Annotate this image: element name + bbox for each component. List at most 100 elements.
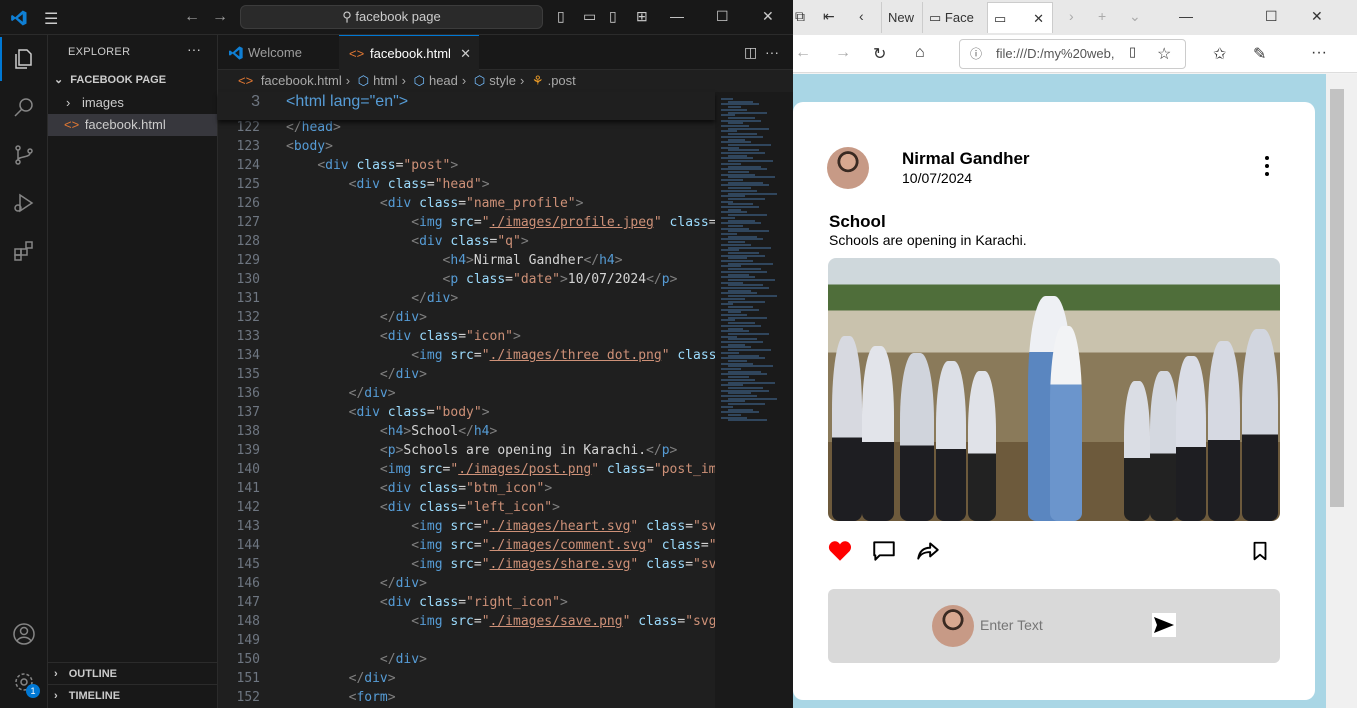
sticky-scroll-header[interactable]: 3 <html lang="en"> <box>218 92 715 120</box>
minimap-line <box>728 305 753 308</box>
send-icon[interactable] <box>1152 613 1176 637</box>
code-token: div <box>387 481 420 496</box>
split-editor-icon[interactable]: ◫ ··· <box>744 44 779 61</box>
minimap-line <box>728 278 775 281</box>
line-number: 131 <box>236 291 260 306</box>
breadcrumb-item[interactable]: .post <box>548 73 576 88</box>
browser-tab-active[interactable]: ▭ ✕ <box>987 2 1053 33</box>
minimap-line <box>721 362 753 365</box>
post-date: 10/07/2024 <box>902 170 973 186</box>
new-tab-icon[interactable]: + <box>1098 8 1106 24</box>
outline-section[interactable]: › OUTLINE <box>48 662 217 684</box>
run-debug-icon[interactable] <box>12 191 36 215</box>
favorite-star-icon[interactable]: ☆ <box>1157 44 1171 64</box>
heart-icon[interactable] <box>827 538 853 564</box>
more-actions-icon[interactable]: ··· <box>187 41 201 57</box>
reader-view-icon[interactable]: ▯ <box>1129 44 1136 60</box>
code-token: img <box>387 462 420 477</box>
refresh-icon[interactable]: ↻ <box>873 44 886 64</box>
back-arrow-icon[interactable]: ← <box>795 44 811 62</box>
minimap[interactable] <box>715 92 793 708</box>
tree-item-facebook-html[interactable]: <> facebook.html <box>48 114 217 136</box>
extensions-icon[interactable] <box>12 239 36 263</box>
source-control-icon[interactable] <box>12 143 36 167</box>
code-editor[interactable]: 122 </head> 123 <body> 124 <div class="post"… <box>218 92 715 708</box>
manage-gear-icon[interactable]: 1 <box>12 670 40 698</box>
code-token: "icon" <box>466 329 513 344</box>
minimap-line <box>728 192 777 195</box>
comment-input[interactable] <box>980 614 1140 636</box>
tab-facebook-html[interactable]: <> facebook.html ✕ <box>339 35 479 70</box>
close-tab-icon[interactable]: ✕ <box>1033 3 1044 34</box>
folder-root[interactable]: ⌄ FACEBOOK PAGE <box>48 69 217 91</box>
maximize-icon[interactable]: ☐ <box>1265 8 1278 25</box>
scroll-right-icon[interactable]: › <box>1069 8 1074 24</box>
close-icon[interactable]: ✕ <box>762 8 774 25</box>
scroll-left-icon[interactable]: ‹ <box>859 8 864 24</box>
toggle-sidebar-icon[interactable]: ▯ <box>557 8 565 25</box>
code-token: p <box>661 272 670 287</box>
code-line: 3 <html lang="en"> <box>218 92 715 111</box>
more-options-icon[interactable] <box>1263 154 1271 178</box>
line-number: 147 <box>236 595 260 610</box>
browser-tab-facebook[interactable]: ▭ Face <box>922 2 984 33</box>
explorer-icon[interactable] <box>0 37 36 81</box>
search-icon[interactable] <box>12 95 36 119</box>
toggle-panel-icon[interactable]: ▭ <box>583 8 596 25</box>
accounts-icon[interactable] <box>12 622 36 646</box>
back-arrow-icon[interactable]: ← <box>184 8 200 26</box>
breadcrumb-item[interactable]: facebook.html <box>261 73 342 88</box>
favorites-icon[interactable]: ✩ <box>1213 44 1226 64</box>
code-line: 129 <h4>Nirmal Gandher</h4> <box>218 251 715 270</box>
workspaces-icon[interactable]: ⧉ <box>795 8 805 25</box>
more-menu-icon[interactable]: ··· <box>1311 44 1327 62</box>
breadcrumb-item[interactable]: head <box>429 73 458 88</box>
code-token: img <box>419 348 451 363</box>
command-center-search[interactable]: ⚲ facebook page <box>240 5 543 29</box>
code-token: < <box>411 519 420 534</box>
toggle-secondary-sidebar-icon[interactable]: ▯ <box>609 8 617 25</box>
line-number: 130 <box>236 272 260 287</box>
minimap-line <box>721 189 757 192</box>
browser-tab-new[interactable]: New <box>881 2 921 33</box>
minimize-icon[interactable]: — <box>1179 8 1193 24</box>
code-token: < <box>411 215 420 230</box>
minimap-line <box>721 330 749 333</box>
timeline-section[interactable]: › TIMELINE <box>48 684 217 706</box>
tab-list-icon[interactable]: ⌄ <box>1129 8 1141 25</box>
url-input[interactable]: ⓘ file:///D:/my%20web, <box>959 39 1186 69</box>
code-token: = <box>700 538 709 553</box>
minimap-line <box>721 125 749 127</box>
minimap-line <box>728 408 753 411</box>
customize-layout-icon[interactable]: ⊞ <box>636 8 648 25</box>
comment-icon[interactable] <box>871 538 897 564</box>
close-window-icon[interactable]: ✕ <box>1311 8 1323 25</box>
code-token: > <box>481 405 490 420</box>
home-icon[interactable]: ⌂ <box>915 44 925 62</box>
forward-arrow-icon[interactable]: → <box>212 8 228 26</box>
minimap-line <box>728 127 769 130</box>
minimize-icon[interactable]: — <box>670 8 684 24</box>
scrollbar-thumb[interactable] <box>1330 89 1344 507</box>
breadcrumb-item[interactable]: style <box>489 73 516 88</box>
forward-arrow-icon[interactable]: → <box>835 44 851 62</box>
tab-actions-icon[interactable]: ⇤ <box>823 8 835 25</box>
minimap-line <box>721 114 735 117</box>
menu-icon[interactable]: ☰ <box>44 9 58 29</box>
code-token: > <box>450 158 459 173</box>
tree-item-images[interactable]: › images <box>48 92 217 114</box>
minimap-line <box>728 359 747 362</box>
close-tab-icon[interactable]: ✕ <box>460 36 471 71</box>
minimap-line <box>721 276 755 279</box>
pen-icon[interactable]: ✎ <box>1253 44 1266 64</box>
bookmark-icon[interactable] <box>1249 538 1271 564</box>
code-token: = <box>458 500 467 515</box>
code-token: > <box>419 367 427 382</box>
breadcrumb-item[interactable]: html <box>373 73 398 88</box>
share-icon[interactable] <box>915 538 941 564</box>
breadcrumb-separator: › <box>401 73 406 88</box>
page-scrollbar[interactable] <box>1326 74 1357 708</box>
code-token: div <box>387 196 420 211</box>
maximize-icon[interactable]: ☐ <box>716 8 729 25</box>
tab-welcome[interactable]: Welcome <box>218 35 338 70</box>
